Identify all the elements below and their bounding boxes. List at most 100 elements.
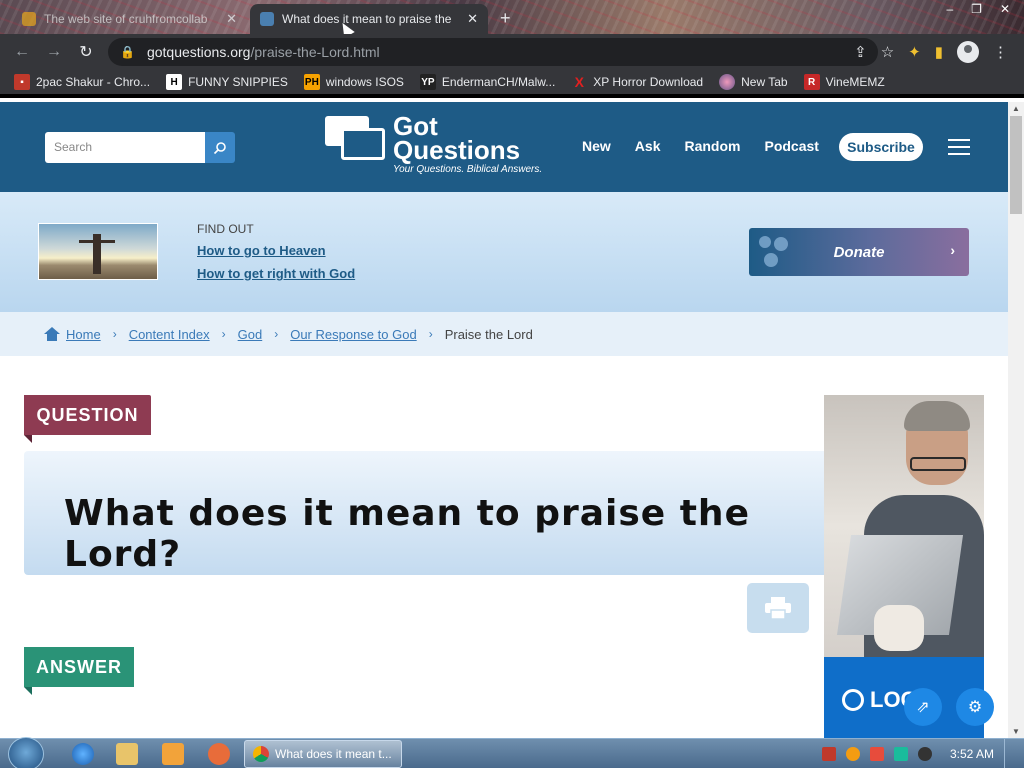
sunrise-person-image	[38, 223, 158, 280]
app-icon[interactable]	[208, 743, 230, 765]
home-icon[interactable]	[44, 327, 60, 341]
chevron-right-icon: ›	[274, 327, 279, 341]
search-button[interactable]	[205, 132, 235, 163]
question-badge: QUESTION	[24, 395, 151, 443]
donate-label: Donate	[833, 243, 885, 261]
bookmark-label: New Tab	[741, 75, 788, 89]
logo-tagline: Your Questions. Biblical Answers.	[393, 164, 543, 175]
scroll-up-icon[interactable]: ▲	[1012, 104, 1020, 113]
site-favicon-icon	[22, 12, 36, 26]
site-header: Search Got Questions Your Questions. Bib…	[0, 102, 1008, 192]
internet-explorer-icon[interactable]	[72, 743, 94, 765]
yp-icon: YP	[419, 74, 436, 90]
search-icon	[213, 141, 226, 154]
flag-icon[interactable]	[869, 747, 884, 761]
share-icon[interactable]: ⇪	[854, 43, 867, 61]
bookmark-item[interactable]: PH windows ISOS	[303, 74, 404, 90]
red-square-icon: ▪	[14, 74, 30, 90]
tray-icon[interactable]	[845, 747, 860, 761]
minimize-icon[interactable]: –	[946, 2, 953, 16]
menu-dots-icon[interactable]: ⋮	[993, 43, 1008, 61]
breadcrumb-current: Praise the Lord	[444, 326, 533, 342]
taskbar-window-title: What does it mean t...	[275, 747, 392, 761]
browser-tab[interactable]: The web site of cruhfromcollab ✕	[12, 4, 247, 34]
settings-button[interactable]: ⚙	[956, 688, 994, 726]
extensions-icon[interactable]: ✦	[908, 43, 921, 61]
site-logo[interactable]: Got Questions Your Questions. Biblical A…	[325, 113, 543, 176]
profile-avatar-icon[interactable]	[957, 41, 979, 63]
bookmark-item[interactable]: YP EndermanCH/Malw...	[419, 74, 555, 90]
taskbar-chrome-window[interactable]: What does it mean t...	[244, 740, 402, 768]
advertisement-image[interactable]	[824, 395, 984, 657]
breadcrumb-home[interactable]: Home	[66, 327, 101, 342]
browser-toolbar: ← → ↻ 🔒 gotquestions.org /praise-the-Lor…	[0, 34, 1024, 70]
bookmark-label: VineMEMZ	[825, 75, 885, 89]
nav-podcast[interactable]: Podcast	[764, 138, 818, 154]
show-desktop-button[interactable]	[1004, 739, 1014, 768]
start-button[interactable]	[8, 737, 44, 768]
network-icon[interactable]	[893, 747, 908, 761]
breadcrumb: Home › Content Index › God › Our Respons…	[0, 312, 1008, 356]
lock-icon: 🔒	[120, 45, 135, 59]
windows-taskbar: What does it mean t... 3:52 AM	[0, 737, 1024, 768]
forward-icon[interactable]: →	[38, 43, 70, 61]
search-input[interactable]: Search	[45, 132, 205, 163]
scroll-down-icon[interactable]: ▼	[1012, 727, 1020, 736]
close-tab-icon[interactable]: ✕	[226, 11, 237, 27]
clock[interactable]: 3:52 AM	[950, 747, 994, 761]
chevron-right-icon: ›	[221, 327, 226, 341]
hamburger-menu-icon[interactable]	[948, 139, 970, 155]
tray-icon[interactable]	[821, 747, 836, 761]
close-window-icon[interactable]: ✕	[1000, 2, 1010, 16]
answer-text-fragment	[24, 730, 814, 738]
subscribe-button[interactable]: Subscribe	[839, 133, 923, 161]
close-tab-icon[interactable]: ✕	[467, 11, 478, 27]
bookmark-label: XP Horror Download	[593, 75, 704, 89]
ph-icon: PH	[303, 74, 320, 90]
address-bar[interactable]: 🔒 gotquestions.org /praise-the-Lord.html	[108, 38, 878, 66]
logo-mark-icon	[842, 689, 864, 711]
bookmark-item[interactable]: X XP Horror Download	[571, 74, 704, 90]
star-icon[interactable]: ☆	[881, 43, 894, 61]
bookmark-item[interactable]: H FUNNY SNIPPIES	[166, 74, 288, 90]
share-button[interactable]: ⇗	[904, 688, 942, 726]
page-scrollbar[interactable]: ▲ ▼	[1008, 102, 1024, 738]
answer-badge: ANSWER	[24, 647, 134, 695]
find-out-label: FIND OUT	[197, 222, 254, 236]
page-title: What does it mean to praise the Lord?	[64, 493, 750, 575]
breadcrumb-content-index[interactable]: Content Index	[129, 327, 210, 342]
r-icon: R	[803, 74, 820, 90]
scrollbar-thumb[interactable]	[1010, 116, 1022, 214]
nav-random[interactable]: Random	[684, 138, 740, 154]
bookmark-item[interactable]: New Tab	[719, 74, 788, 90]
new-tab-icon[interactable]: +	[500, 8, 511, 29]
find-out-banner: FIND OUT How to go to Heaven How to get …	[0, 192, 1008, 312]
back-icon[interactable]: ←	[6, 43, 38, 61]
heaven-link[interactable]: How to go to Heaven	[197, 243, 326, 258]
nav-new[interactable]: New	[582, 138, 611, 154]
tab-title: What does it mean to praise the	[282, 12, 452, 26]
reload-icon[interactable]: ↻	[70, 42, 102, 62]
speech-bubbles-icon	[325, 114, 385, 162]
url-host: gotquestions.org	[146, 44, 251, 60]
url-path: /praise-the-Lord.html	[250, 44, 380, 60]
media-player-icon[interactable]	[162, 743, 184, 765]
bookmark-item[interactable]: ▪ 2pac Shakur - Chro...	[14, 74, 150, 90]
h-icon: H	[166, 74, 183, 90]
share-icon: ⇗	[916, 699, 930, 716]
breadcrumb-our-response[interactable]: Our Response to God	[290, 327, 416, 342]
breadcrumb-god[interactable]: God	[238, 327, 263, 342]
volume-icon[interactable]	[917, 747, 932, 761]
right-with-god-link[interactable]: How to get right with God	[197, 266, 355, 281]
nav-ask[interactable]: Ask	[635, 138, 661, 154]
print-button[interactable]	[747, 583, 809, 633]
site-favicon-icon	[260, 12, 274, 26]
maximize-icon[interactable]: ❐	[971, 2, 982, 16]
sidepanel-icon[interactable]: ▮	[935, 43, 943, 61]
file-explorer-icon[interactable]	[116, 743, 138, 765]
bookmark-item[interactable]: R VineMEMZ	[803, 74, 885, 90]
printer-icon	[765, 597, 791, 619]
donate-button[interactable]: Donate ›	[749, 228, 969, 276]
browser-tab-active[interactable]: What does it mean to praise the ✕	[250, 4, 488, 34]
system-tray: 3:52 AM	[821, 739, 1014, 768]
